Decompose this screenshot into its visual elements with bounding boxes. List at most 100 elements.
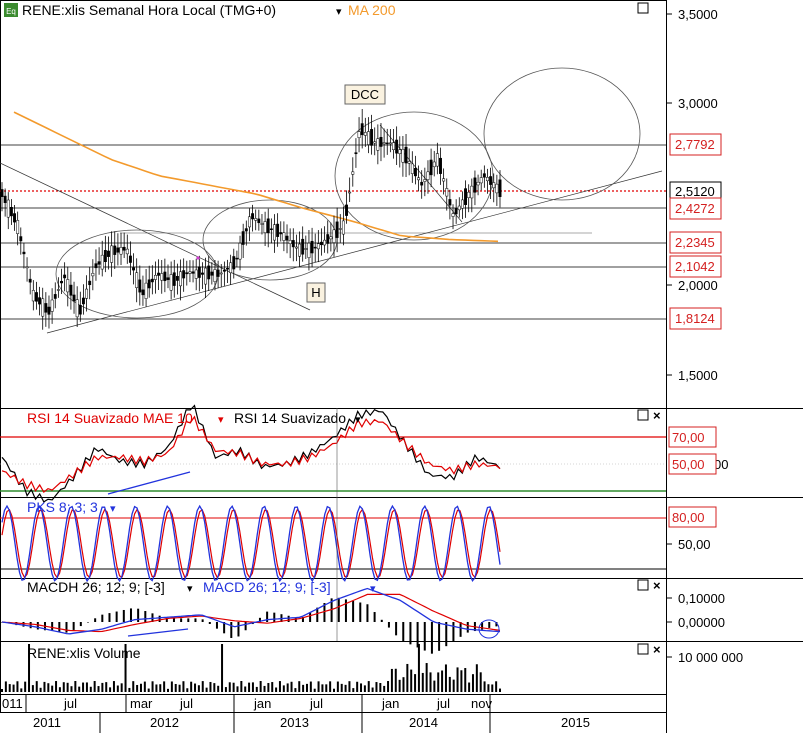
volume-bar: [132, 681, 135, 692]
maximize-icon[interactable]: [637, 409, 649, 421]
close-icon[interactable]: ×: [653, 408, 661, 423]
volume-bar: [294, 688, 297, 692]
macd-hist-bar: [416, 622, 419, 648]
rsi-level-label: 70,00: [672, 430, 705, 445]
month-label: jan: [381, 696, 399, 711]
rsi-label-signal: RSI 14 Suavizado MAE 10: [27, 410, 193, 426]
volume-bar: [363, 685, 366, 692]
volume-bar: [402, 677, 405, 692]
candle-body: [97, 261, 101, 265]
candle-body: [410, 163, 414, 174]
candle-body: [185, 272, 189, 275]
volume-bar: [190, 681, 193, 692]
candle-body: [489, 176, 493, 185]
candle-body: [442, 178, 446, 182]
close-icon[interactable]: ×: [653, 578, 661, 593]
macdh-label: MACDH 26; 12; 9; [-3]: [27, 579, 165, 595]
volume-bar: [321, 684, 324, 692]
candle-body: [313, 246, 317, 249]
volume-bar: [248, 682, 251, 692]
rsi-legend-arrow: ▾: [355, 414, 361, 426]
volume-bar: [143, 681, 146, 692]
volume-bar: [406, 663, 409, 692]
candle-body: [56, 289, 60, 291]
candle-body: [241, 231, 245, 245]
volume-bar: [448, 676, 451, 692]
macd-hist-bar: [108, 613, 111, 622]
pks-level-label: 80,00: [672, 510, 705, 525]
candle-body: [407, 161, 411, 164]
candle-body: [144, 282, 148, 299]
candle-body: [88, 280, 92, 286]
volume-bar: [85, 682, 88, 692]
candle-body: [492, 182, 496, 189]
volume-bar: [286, 683, 289, 692]
macd-tick: 0,10000: [678, 591, 725, 606]
macd-hist-bar: [230, 622, 233, 638]
candle-body: [291, 240, 295, 248]
volume-bar: [263, 685, 266, 692]
candle-body: [132, 267, 135, 271]
volume-bar: [174, 683, 177, 692]
candle-body: [423, 179, 427, 182]
volume-bar: [112, 681, 115, 692]
macd-hist-bar: [122, 609, 125, 622]
volume-bar: [371, 687, 374, 692]
candle-body: [0, 189, 4, 197]
level-label: 2,7792: [675, 137, 715, 152]
candle-body: [395, 139, 399, 154]
volume-bar: [70, 686, 73, 692]
maximize-icon[interactable]: [637, 2, 649, 14]
candle-body: [457, 205, 461, 211]
volume-bar: [313, 688, 316, 692]
candle-body: [376, 138, 380, 151]
trendline-resistance: [0, 162, 311, 311]
candle-body: [31, 290, 35, 302]
volume-bar: [39, 687, 42, 692]
volume-bar: [387, 681, 390, 692]
maximize-icon[interactable]: [637, 643, 649, 655]
volume-bar: [429, 672, 432, 692]
candle-body: [332, 229, 336, 243]
candle-body: [91, 273, 95, 277]
candle-body: [294, 246, 298, 249]
level-label: 1,8124: [675, 311, 715, 326]
candle-body: [404, 146, 408, 164]
maximize-icon[interactable]: [637, 579, 649, 591]
candle-body: [304, 248, 308, 250]
volume-bar: [302, 684, 305, 692]
macd-hist-bar: [115, 611, 118, 622]
macd-hist-bar: [438, 622, 441, 651]
candle-body: [85, 288, 89, 299]
close-icon[interactable]: ×: [653, 642, 661, 657]
pks-slow-line: [1, 508, 501, 579]
macd-hist-bar: [352, 600, 355, 622]
candle-body: [420, 181, 424, 186]
month-label: nov: [471, 696, 492, 711]
volume-bar: [205, 687, 208, 692]
candle-body: [60, 280, 63, 284]
candle-body: [63, 274, 67, 279]
ma-legend: MA 200: [348, 2, 396, 18]
rsi-legend-arrow: ▾: [218, 414, 224, 426]
macd-hist-bar: [445, 622, 448, 647]
volume-bar: [89, 686, 92, 692]
volume-bar: [209, 681, 212, 692]
volume-bar: [47, 683, 50, 692]
volume-bar: [456, 667, 459, 692]
volume-bar: [468, 682, 471, 692]
price-axis: 3,5000 3,0000 2,0000 1,5000 2,7792 2,512…: [666, 7, 722, 383]
candle-body: [307, 242, 311, 258]
candle-body: [113, 245, 117, 255]
candle-body: [479, 177, 483, 184]
candle-body: [219, 272, 223, 275]
candle-body: [320, 241, 323, 246]
volume-bar: [66, 682, 69, 692]
macd-tick: 0,00000: [678, 615, 725, 630]
candle-body: [81, 297, 85, 305]
annotation-h: H: [311, 285, 320, 300]
volume-bar: [271, 682, 274, 692]
candle-body: [107, 250, 110, 257]
candle-body: [467, 191, 471, 198]
volume-bar: [240, 681, 243, 692]
